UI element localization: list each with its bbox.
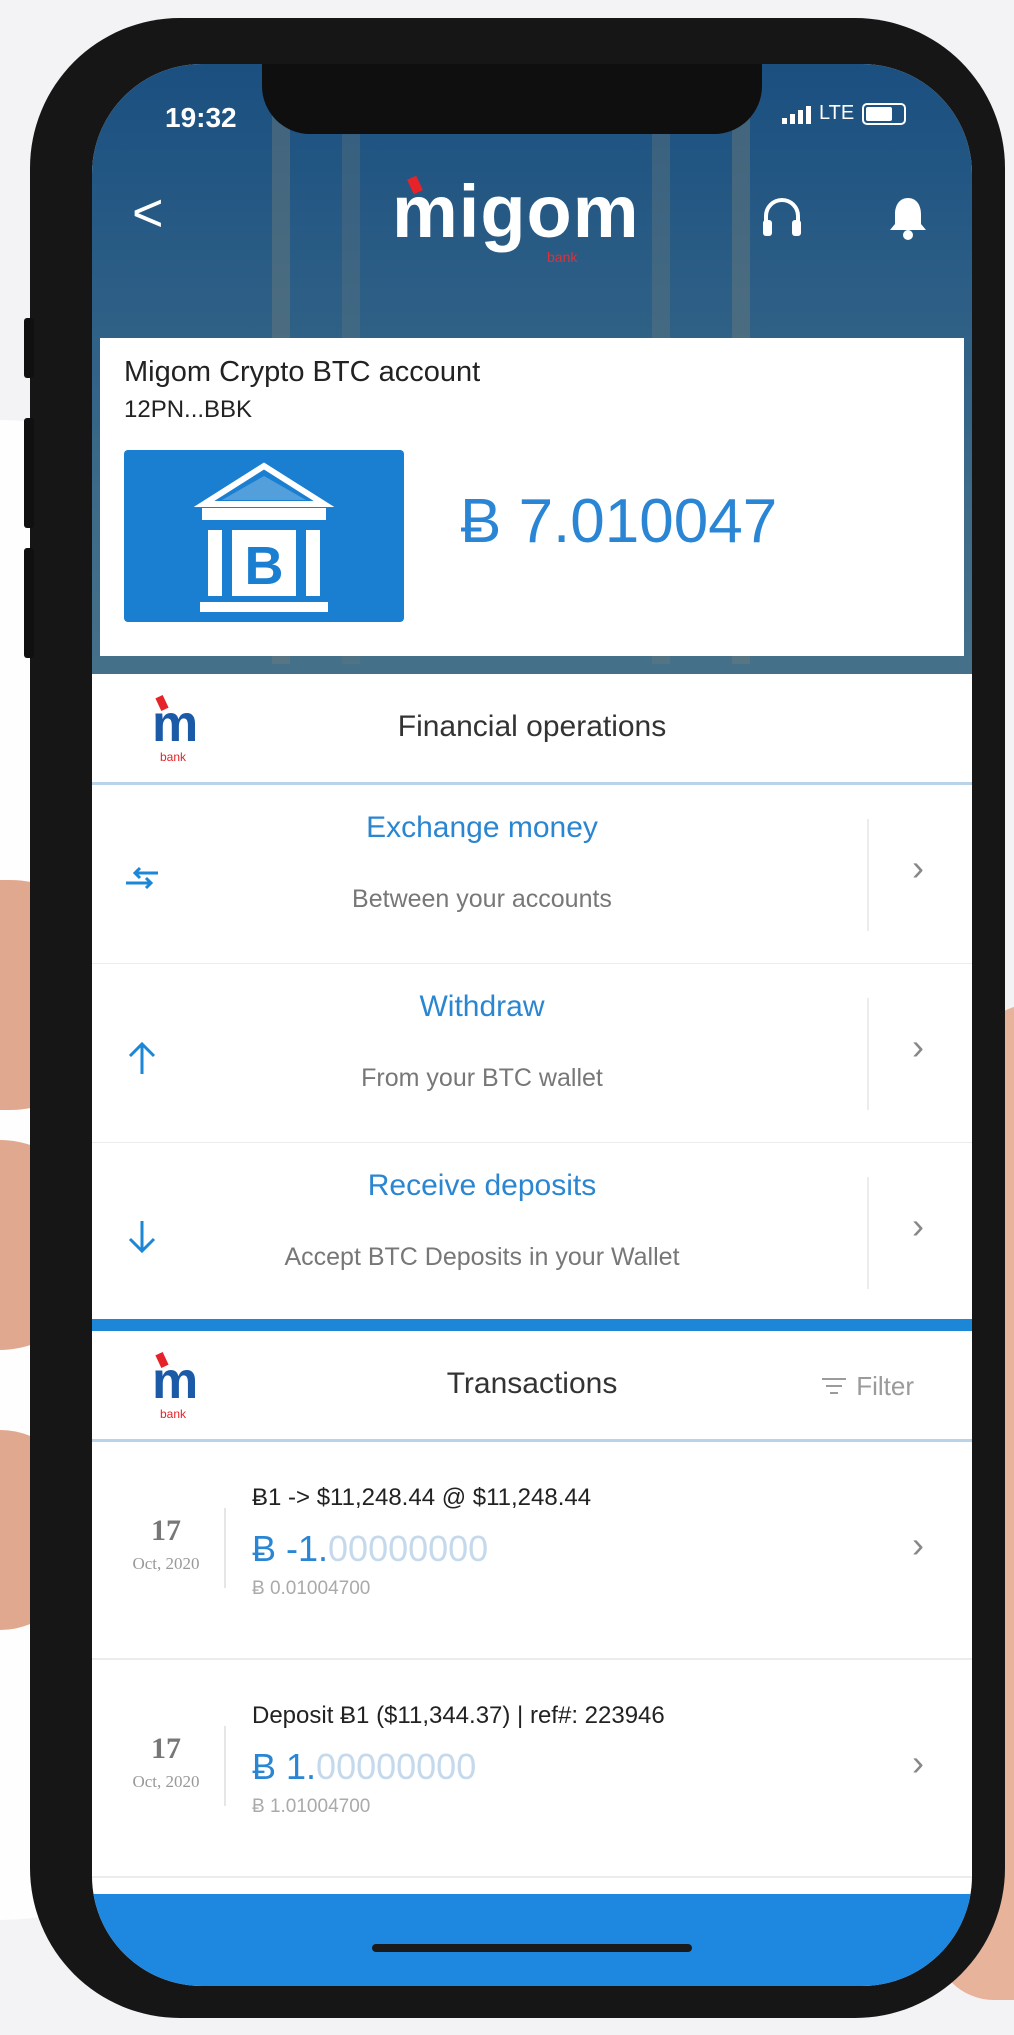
divider	[867, 819, 869, 931]
status-time: 19:32	[165, 102, 237, 133]
network-label: LTE	[819, 102, 855, 124]
chevron-right-icon: ›	[912, 1205, 924, 1246]
receive-deposits-row[interactable]: Receive deposits Accept BTC Deposits in …	[92, 1143, 972, 1323]
divider	[224, 1508, 226, 1588]
transaction-month: Oct, 2020	[132, 1554, 200, 1573]
arrow-down-icon	[120, 1215, 164, 1259]
app-screen: 19:32 LTE < migom bank Migom Crypto BTC …	[92, 64, 972, 1986]
signal-icon	[782, 104, 811, 124]
op-title: Withdraw	[419, 990, 545, 1023]
phone-side-button	[24, 548, 34, 658]
transaction-balance: Ƀ 1.01004700	[252, 1796, 371, 1817]
app-header: 19:32 LTE < migom bank Migom Crypto BTC …	[92, 64, 972, 674]
account-id: 12PN...BBK	[124, 396, 253, 423]
arrow-up-icon	[120, 1036, 164, 1080]
logo-sub: bank	[547, 249, 578, 265]
phone-side-button	[24, 418, 34, 528]
op-subtitle: Between your accounts	[352, 885, 612, 913]
chevron-right-icon: ›	[912, 1524, 924, 1565]
transaction-day: 17	[151, 1732, 181, 1765]
amount-decimals: 00000000	[316, 1746, 477, 1787]
status-indicators: LTE	[782, 102, 907, 125]
bank-bitcoin-icon: B	[124, 450, 404, 622]
divider	[867, 998, 869, 1110]
divider	[867, 1177, 869, 1289]
transaction-day: 17	[151, 1514, 181, 1547]
account-balance: Ƀ 7.010047	[460, 487, 778, 556]
headset-icon[interactable]	[760, 194, 804, 246]
bell-icon[interactable]	[887, 194, 929, 246]
transaction-description: Deposit Ƀ1 ($11,344.37) | ref#: 223946	[252, 1702, 665, 1729]
back-button[interactable]: <	[132, 182, 164, 244]
phone-notch	[262, 64, 762, 134]
account-name: Migom Crypto BTC account	[124, 356, 481, 388]
migom-logo: migom	[392, 169, 640, 254]
exchange-arrows-icon	[120, 857, 164, 901]
filter-icon	[822, 1371, 847, 1402]
amount-main: Ƀ 1.	[252, 1746, 317, 1787]
op-subtitle: From your BTC wallet	[361, 1064, 603, 1092]
bottom-bar	[92, 1894, 972, 1986]
svg-text:B: B	[245, 536, 284, 596]
transactions-header: m bank Transactions Filter	[92, 1331, 972, 1442]
phone-side-button	[24, 318, 34, 378]
home-indicator[interactable]	[372, 1944, 692, 1952]
divider	[224, 1726, 226, 1806]
account-card[interactable]: Migom Crypto BTC account 12PN...BBK B Ƀ …	[100, 338, 964, 656]
transaction-balance: Ƀ 0.01004700	[252, 1578, 371, 1599]
transaction-description: Ƀ1 -> $11,248.44 @ $11,248.44	[252, 1484, 592, 1511]
filter-label: Filter	[856, 1371, 914, 1401]
transaction-month: Oct, 2020	[132, 1772, 200, 1791]
op-title: Exchange money	[366, 811, 598, 844]
section-separator	[92, 1319, 972, 1331]
chevron-right-icon: ›	[912, 1026, 924, 1067]
transaction-amount: Ƀ 1.00000000	[252, 1746, 476, 1788]
transaction-row[interactable]: 17 Oct, 2020 Deposit Ƀ1 ($11,344.37) | r…	[92, 1660, 972, 1878]
op-title: Receive deposits	[367, 1169, 597, 1202]
amount-decimals: 00000000	[328, 1528, 489, 1569]
filter-button[interactable]: Filter	[822, 1371, 914, 1402]
battery-icon	[862, 102, 907, 125]
exchange-money-row[interactable]: Exchange money Between your accounts ›	[92, 785, 972, 965]
chevron-right-icon: ›	[912, 847, 924, 888]
transaction-row[interactable]: 17 Oct, 2020 Ƀ1 -> $11,248.44 @ $11,248.…	[92, 1442, 972, 1660]
amount-main: Ƀ -1.	[252, 1528, 329, 1569]
chevron-right-icon: ›	[912, 1742, 924, 1783]
withdraw-row[interactable]: Withdraw From your BTC wallet ›	[92, 964, 972, 1144]
op-subtitle: Accept BTC Deposits in your Wallet	[284, 1243, 680, 1271]
logo-text: migom	[392, 170, 640, 253]
section-title: Financial operations	[397, 710, 667, 743]
transaction-amount: Ƀ -1.00000000	[252, 1528, 488, 1570]
financial-operations-header: m bank Financial operations	[92, 674, 972, 785]
